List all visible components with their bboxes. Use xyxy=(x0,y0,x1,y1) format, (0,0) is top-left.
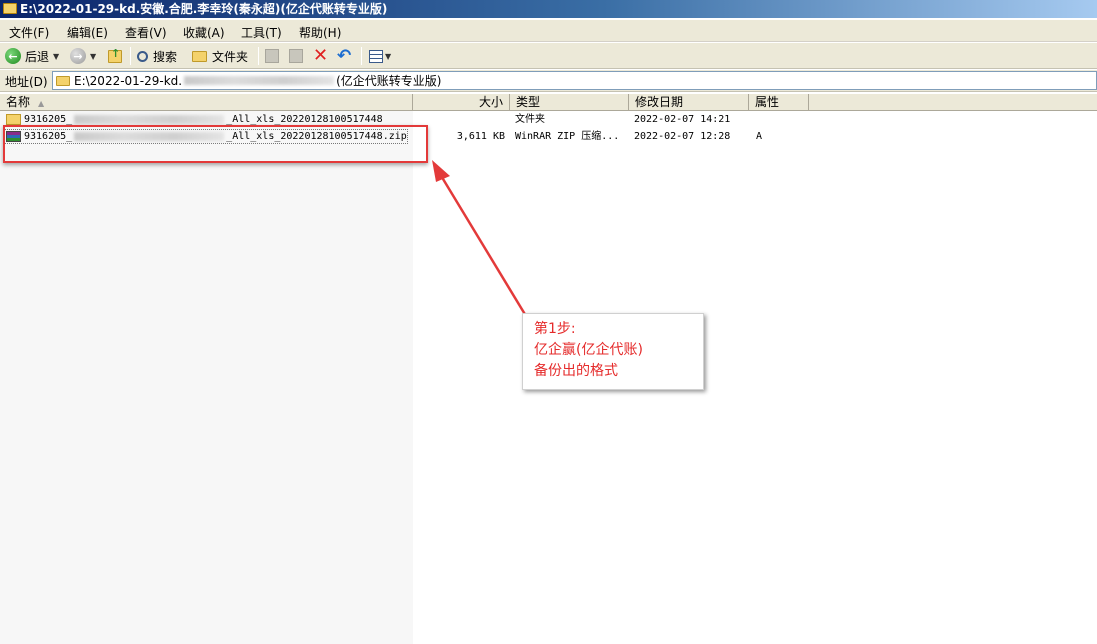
forward-button[interactable]: → ▼ xyxy=(70,46,96,66)
annotation-callout: 第1步: 亿企赢(亿企代账) 备份出的格式 xyxy=(522,313,704,390)
menu-bar: 文件(F) 编辑(E) 查看(V) 收藏(A) 工具(T) 帮助(H) xyxy=(0,20,1097,42)
move-to-button[interactable] xyxy=(265,46,279,66)
chevron-down-icon: ▼ xyxy=(385,51,392,61)
column-header-name[interactable]: 名称 ▲ xyxy=(0,94,413,111)
menu-view[interactable]: 查看(V) xyxy=(125,24,167,41)
file-type: 文件夹 xyxy=(515,114,545,125)
redacted-name-segment xyxy=(74,115,225,124)
address-label: 地址(D) xyxy=(5,75,48,89)
folder-icon xyxy=(56,75,70,86)
annotation-line-1: 第1步: xyxy=(534,321,576,337)
copy-to-icon xyxy=(289,49,303,63)
address-path-prefix: E:\2022-01-29-kd. xyxy=(74,73,183,88)
folders-label: 文件夹 xyxy=(212,49,249,64)
delete-icon: ✕ xyxy=(313,45,329,66)
back-arrow-icon: ← xyxy=(5,48,21,64)
annotation-highlight-box xyxy=(3,125,428,163)
window-title-bar[interactable]: E:\2022-01-29-kd.安徽.合肥.李幸玲(秦永超)(亿企代账转专业版… xyxy=(0,0,1097,18)
move-to-icon xyxy=(265,49,279,63)
window-title: E:\2022-01-29-kd.安徽.合肥.李幸玲(秦永超)(亿企代账转专业版… xyxy=(20,2,388,16)
search-label: 搜索 xyxy=(153,49,178,64)
menu-help[interactable]: 帮助(H) xyxy=(299,24,341,41)
folders-button[interactable]: 文件夹 xyxy=(192,46,248,66)
folder-icon xyxy=(6,114,21,125)
column-header-size[interactable]: 大小 xyxy=(413,94,510,111)
name-column-background xyxy=(0,111,413,644)
undo-icon: ↶ xyxy=(337,46,352,66)
file-type: WinRAR ZIP 压缩... xyxy=(515,131,620,142)
file-modified: 2022-02-07 12:28 xyxy=(634,131,731,142)
views-button[interactable]: ▼ xyxy=(369,46,391,66)
toolbar-separator xyxy=(361,47,362,65)
address-path-suffix: (亿企代账转专业版) xyxy=(336,74,442,88)
redacted-path-segment xyxy=(184,76,335,85)
chevron-down-icon[interactable]: ▼ xyxy=(90,52,96,61)
column-header-modified[interactable]: 修改日期 xyxy=(629,94,749,111)
up-folder-icon: ↑ xyxy=(108,47,122,63)
up-folder-button[interactable]: ↑ xyxy=(108,46,122,66)
file-modified: 2022-02-07 14:21 xyxy=(634,114,731,125)
column-name-label: 名称 xyxy=(6,95,31,109)
delete-button[interactable]: ✕ xyxy=(313,46,328,66)
search-icon xyxy=(137,50,148,62)
annotation-line-3: 备份出的格式 xyxy=(534,363,618,379)
menu-file[interactable]: 文件(F) xyxy=(9,24,49,41)
undo-button[interactable]: ↶ xyxy=(337,46,351,66)
forward-arrow-icon: → xyxy=(70,48,86,64)
column-headers: 名称 ▲ 大小 类型 修改日期 属性 xyxy=(0,94,1097,111)
folder-icon xyxy=(192,50,207,62)
menu-favorites[interactable]: 收藏(A) xyxy=(183,24,225,41)
annotation-line-2: 亿企赢(亿企代账) xyxy=(534,342,643,358)
address-bar: 地址(D) E:\2022-01-29-kd. (亿企代账转专业版) xyxy=(0,70,1097,92)
toolbar-separator xyxy=(258,47,259,65)
chevron-down-icon[interactable]: ▼ xyxy=(53,52,59,61)
file-attributes: A xyxy=(756,131,763,142)
toolbar-separator xyxy=(130,47,131,65)
views-icon xyxy=(369,49,383,63)
column-header-attributes[interactable]: 属性 xyxy=(749,94,809,111)
address-input[interactable]: E:\2022-01-29-kd. (亿企代账转专业版) xyxy=(52,71,1097,90)
sort-ascending-icon: ▲ xyxy=(38,99,45,108)
back-button[interactable]: ← 后退 ▼ xyxy=(5,46,59,66)
back-label: 后退 xyxy=(25,49,50,64)
menu-tools[interactable]: 工具(T) xyxy=(241,24,282,41)
toolbar: ← 后退 ▼ → ▼ ↑ 搜索 文件夹 ✕ ↶ ▼ xyxy=(0,43,1097,69)
copy-to-button[interactable] xyxy=(289,46,303,66)
menu-edit[interactable]: 编辑(E) xyxy=(67,24,108,41)
column-header-type[interactable]: 类型 xyxy=(510,94,629,111)
folder-icon xyxy=(3,3,17,14)
search-button[interactable]: 搜索 xyxy=(137,46,177,66)
